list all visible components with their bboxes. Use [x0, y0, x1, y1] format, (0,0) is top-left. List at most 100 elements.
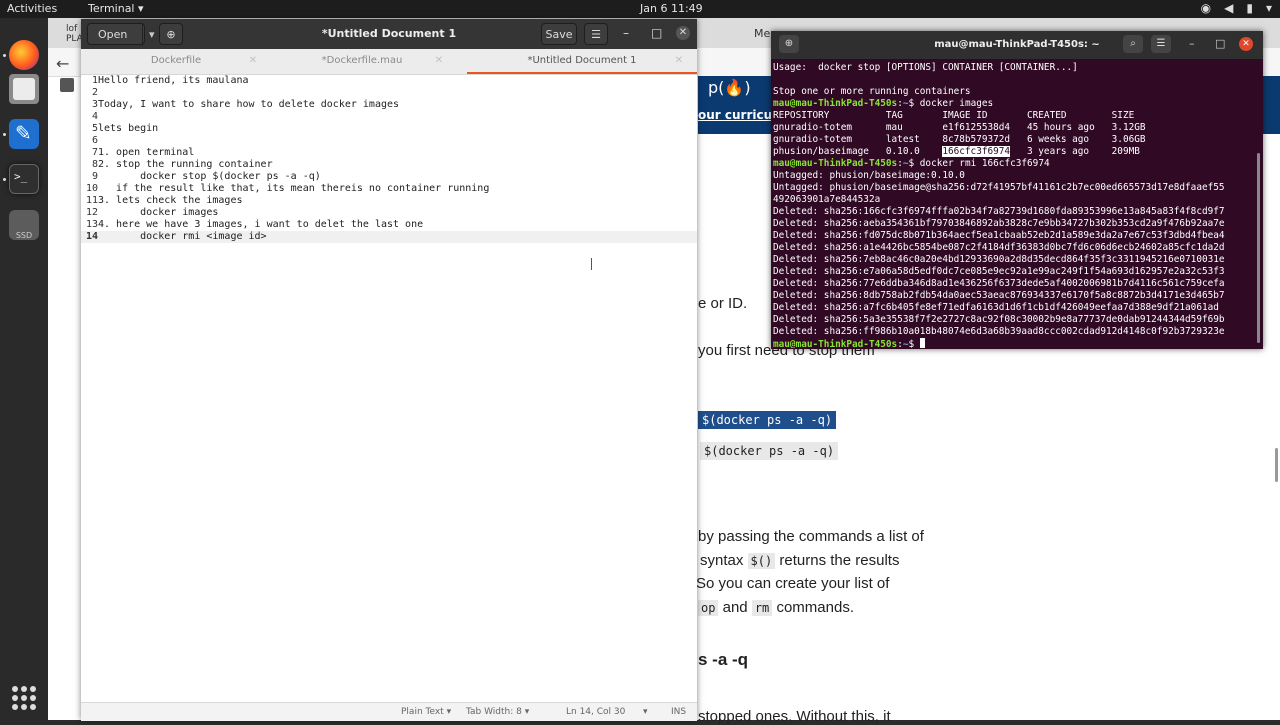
editor-line: 6 [91, 135, 98, 146]
editor-line: 3 Today, I want to share how to delete do… [91, 99, 400, 110]
editor-headerbar: Open ▾ ⊕ *Untitled Document 1 Save ☰ – □… [81, 19, 697, 49]
files-icon[interactable] [9, 74, 39, 104]
terminal-line: Stop one or more running containers [773, 86, 971, 97]
terminal-line: Untagged: phusion/baseimage@sha256:d72f4… [773, 182, 1225, 193]
browser-scrollbar[interactable] [1275, 448, 1278, 482]
document-tabs: Dockerfile ✕ *Dockerfile.mau ✕ *Untitled D… [81, 49, 697, 75]
article-heading: s -a -q [698, 650, 749, 669]
activities-button[interactable]: Activities [7, 2, 57, 15]
terminal-line: Deleted: sha256:ff986b10a018b48074e6d3a6… [773, 326, 1225, 337]
editor-line: 11 3. lets check the images [85, 195, 243, 206]
drive-icon[interactable]: SSD [9, 210, 39, 240]
back-icon[interactable]: ← [56, 54, 69, 73]
save-button[interactable]: Save [541, 23, 577, 45]
terminal-line: Deleted: sha256:a1e4426bc5854be087c2f418… [773, 242, 1225, 253]
chevron-down-icon[interactable]: ▾ [643, 707, 648, 717]
network-icon[interactable]: ◉ [1201, 1, 1211, 15]
language-selector[interactable]: Plain Text ▾ [401, 707, 451, 717]
editor-line: 2 [91, 87, 98, 98]
running-indicator [3, 133, 6, 136]
terminal-output[interactable]: Usage: docker stop [OPTIONS] CONTAINER [… [773, 62, 1255, 348]
editor-line: 12 docker images [85, 207, 219, 218]
article-text: by passing the commands a list of [698, 528, 924, 545]
power-menu-icon[interactable]: ▾ [1266, 1, 1272, 15]
terminal-line: Deleted: sha256:77e6ddba346d8ad1e436256f… [773, 278, 1225, 289]
text-editor-icon[interactable] [9, 119, 39, 149]
editor-line: 8 2. stop the running container [91, 159, 273, 170]
close-icon[interactable]: ✕ [435, 49, 443, 73]
battery-icon[interactable]: ▮ [1246, 1, 1253, 15]
text-cursor [591, 258, 592, 270]
terminal-scrollbar[interactable] [1257, 153, 1260, 343]
maximize-icon[interactable]: □ [1215, 37, 1225, 50]
firefox-icon[interactable] [9, 40, 39, 70]
terminal-cursor [919, 338, 925, 348]
close-icon[interactable]: ✕ [676, 26, 690, 40]
editor-line: 13 4. here we have 3 images, i want to de… [85, 219, 424, 230]
terminal-line: Untagged: phusion/baseimage:0.10.0 [773, 170, 965, 181]
editor-line: 9 docker stop $(docker ps -a -q) [91, 171, 321, 182]
terminal-prompt-line[interactable]: mau@mau-ThinkPad-T450s:~$ [773, 338, 925, 348]
selected-image-id[interactable]: 166cfc3f6974 [942, 146, 1011, 157]
terminal-icon[interactable] [9, 164, 39, 194]
article-text: syntax $() returns the results [700, 552, 900, 569]
close-icon[interactable]: ✕ [675, 49, 683, 73]
hamburger-menu-icon[interactable]: ☰ [1151, 35, 1171, 53]
tab-width-selector[interactable]: Tab Width: 8 ▾ [466, 707, 529, 717]
minimize-icon[interactable]: – [623, 26, 629, 40]
status-bar: Plain Text ▾ Tab Width: 8 ▾ Ln 14, Col 3… [81, 702, 697, 721]
show-applications-icon[interactable] [12, 686, 36, 710]
article-text: e or ID. [698, 295, 748, 312]
inline-code: $() [747, 553, 776, 569]
inline-code: op [698, 600, 719, 616]
clock[interactable]: Jan 6 11:49 [640, 2, 703, 15]
inline-code: rm [751, 600, 773, 616]
tab-untitled-document[interactable]: *Untitled Document 1 ✕ [467, 49, 697, 74]
running-indicator [3, 54, 6, 57]
terminal-line: Deleted: sha256:e7a06a58d5edf0dc7ce085e9… [773, 266, 1225, 277]
terminal-line: Deleted: sha256:7eb8ac46c0a20e4bd1293369… [773, 254, 1225, 265]
terminal-line: phusion/baseimage 0.10.0 166cfc3f6974 3 … [773, 146, 1140, 157]
terminal-line: Deleted: sha256:aeba354361bf79703846892a… [773, 218, 1225, 229]
editor-line: 7 1. open terminal [91, 147, 195, 158]
terminal-line: 492063901a7e844532a [773, 194, 881, 205]
system-tray[interactable]: ◉ ◀ ▮ ▾ [1201, 1, 1272, 15]
selected-code[interactable]: $(docker ps -a -q) [698, 411, 837, 429]
editor-line: 1 Hello friend, its maulana [91, 75, 249, 86]
terminal-line: REPOSITORY TAG IMAGE ID CREATED SIZE [773, 110, 1135, 121]
close-icon[interactable]: ✕ [249, 49, 257, 73]
article-text: stopped ones. Without this, it [698, 708, 891, 725]
hamburger-menu-icon[interactable]: ☰ [584, 23, 608, 45]
terminal-line: Deleted: sha256:a7fc6b405fe8ef71edfa6163… [773, 302, 1219, 313]
insert-mode: INS [671, 707, 687, 717]
text-area[interactable]: 1 Hello friend, its maulana 2 3 Today, I w… [81, 75, 697, 707]
cursor-position[interactable]: Ln 14, Col 30 [566, 707, 625, 717]
editor-line: 4 [91, 111, 98, 122]
top-bar: Activities Terminal ▾ Jan 6 11:49 ◉ ◀ ▮ … [0, 0, 1280, 18]
terminal-command-line: mau@mau-ThinkPad-T450s:~$ docker rmi 166… [773, 158, 1050, 169]
terminal-command-line: mau@mau-ThinkPad-T450s:~$ docker images [773, 98, 994, 109]
terminal-line: Deleted: sha256:8db758ab2fdb54da0aec53ae… [773, 290, 1225, 301]
editor-current-line: 14 docker rmi <image id> [81, 231, 697, 243]
terminal-line: Usage: docker stop [OPTIONS] CONTAINER [… [773, 62, 1078, 73]
dock: SSD [0, 18, 48, 720]
text-editor-window: Open ▾ ⊕ *Untitled Document 1 Save ☰ – □… [81, 19, 697, 721]
tab-dockerfile-mau[interactable]: *Dockerfile.mau ✕ [267, 49, 457, 74]
close-icon[interactable]: ✕ [1239, 37, 1253, 51]
running-indicator [3, 178, 6, 181]
terminal-headerbar: ⊕ mau@mau-ThinkPad-T450s: ~ ⌕ ☰ – □ ✕ [771, 31, 1263, 59]
editor-line: 5 lets begin [91, 123, 159, 134]
volume-icon[interactable]: ◀ [1224, 1, 1233, 15]
tab-dockerfile[interactable]: Dockerfile ✕ [81, 49, 271, 74]
article-text: op and rm commands. [698, 599, 854, 616]
terminal-window: ⊕ mau@mau-ThinkPad-T450s: ~ ⌕ ☰ – □ ✕ Us… [771, 31, 1263, 349]
app-menu[interactable]: Terminal ▾ [88, 2, 144, 15]
terminal-line: gnuradio-totem mau e1f6125538d4 45 hours… [773, 122, 1146, 133]
minimize-icon[interactable]: – [1189, 37, 1195, 50]
editor-line: 10 if the result like that, its mean the… [85, 183, 490, 194]
flame-icon: p(🔥) [708, 78, 751, 97]
search-icon[interactable] [60, 78, 74, 92]
maximize-icon[interactable]: □ [651, 26, 662, 40]
search-icon[interactable]: ⌕ [1123, 35, 1143, 53]
terminal-line: Deleted: sha256:166cfc3f6974fffa02b34f7a… [773, 206, 1225, 217]
